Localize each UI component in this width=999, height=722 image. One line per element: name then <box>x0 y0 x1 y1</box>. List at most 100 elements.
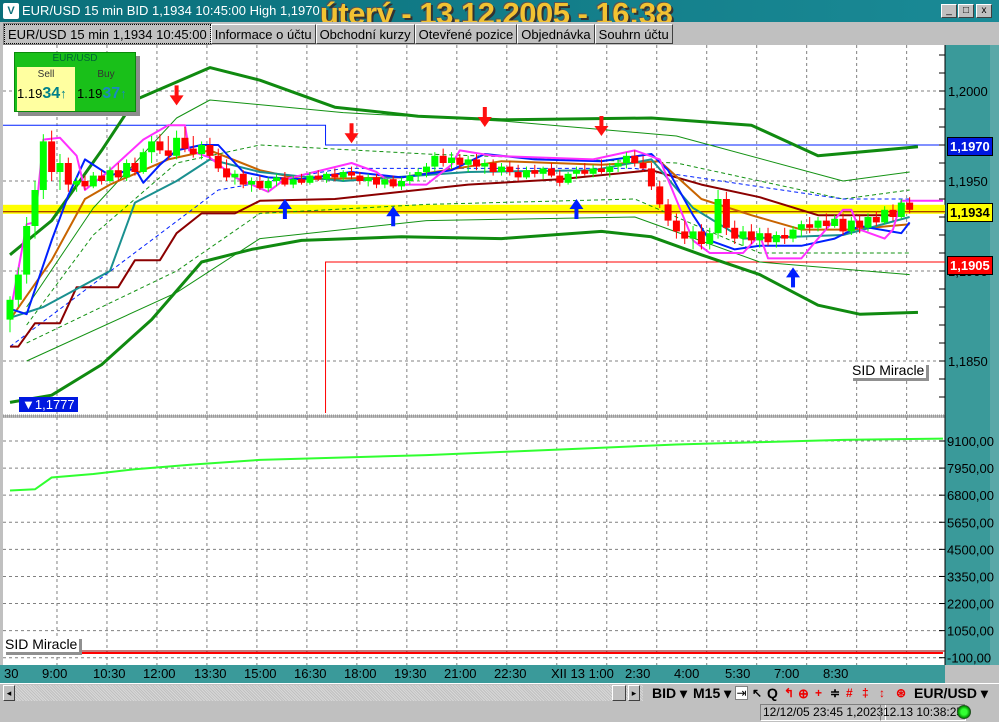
osc-axis-label: 6800,00 <box>947 488 994 503</box>
time-axis-label: 19:30 <box>394 666 427 681</box>
candle-bullish <box>89 175 97 187</box>
time-axis-label: 15:00 <box>244 666 277 681</box>
channel-icon[interactable]: ⊛ <box>896 685 906 702</box>
osc-axis-label: 7950,00 <box>947 461 994 476</box>
candle-bullish <box>231 173 239 178</box>
candle-bullish <box>789 229 797 239</box>
sell-button[interactable]: Sell 1.1934↑ <box>17 67 75 111</box>
cursor-icon[interactable]: ↖ <box>752 685 762 702</box>
connection-status-icon <box>957 705 971 719</box>
fibonacci-icon[interactable]: ↕ <box>879 685 885 702</box>
min-price-marker: ▼1,1777 <box>19 397 78 412</box>
candle-bearish <box>872 217 880 223</box>
candle-bearish <box>356 175 364 181</box>
horizontal-scrollbar[interactable] <box>3 685 643 701</box>
candle-bullish <box>689 231 697 239</box>
symbol-dropdown[interactable]: EUR/USD ▾ <box>914 685 988 702</box>
candle-bullish <box>431 155 439 167</box>
candle-bearish <box>189 148 197 154</box>
maximize-button[interactable]: □ <box>958 4 974 18</box>
autoscroll-icon[interactable]: ⇥ <box>735 686 748 700</box>
candle-bearish <box>239 173 247 185</box>
grid-icon[interactable]: # <box>846 685 853 702</box>
candle-bullish <box>831 218 839 226</box>
candle-bearish <box>597 168 605 172</box>
price-tag-high: 1,1970 <box>947 137 993 156</box>
candle-bullish <box>289 179 297 185</box>
timeframe-dropdown[interactable]: M15 ▾ <box>693 685 731 702</box>
time-axis-label: 2:30 <box>625 666 651 681</box>
candle-bullish <box>589 168 597 174</box>
candle-bearish <box>747 231 755 241</box>
candle-bearish <box>373 177 381 185</box>
candle-bullish <box>398 181 406 187</box>
candle-bullish <box>6 299 14 320</box>
candle-bearish <box>722 199 730 228</box>
tab-account-summary[interactable]: Souhrn účtu <box>594 24 673 44</box>
candle-bearish <box>672 220 680 232</box>
up-arrow-icon: ↑ <box>120 86 127 101</box>
candle-bearish <box>256 181 264 189</box>
tab-order[interactable]: Objednávka <box>517 24 595 44</box>
candle-bearish <box>856 220 864 228</box>
candle-bearish <box>781 235 789 239</box>
candle-bearish <box>806 224 814 228</box>
scroll-thumb[interactable] <box>612 685 626 701</box>
candle-bullish <box>772 235 780 243</box>
candle-bearish <box>164 150 172 156</box>
indicator-label-main: SID Miracle <box>850 362 927 378</box>
vertical-line-icon[interactable]: ‡ <box>862 685 869 702</box>
time-axis: 30 9:00 10:30 12:00 13:30 15:00 16:30 18:00 19:3… <box>0 665 945 683</box>
quote-symbol: EUR/USD <box>52 53 98 64</box>
candle-bearish <box>439 155 447 163</box>
scroll-left-button[interactable]: ◂ <box>3 685 15 701</box>
candle-bearish <box>48 141 56 172</box>
horizontal-line-icon[interactable]: ≑ <box>830 685 840 702</box>
osc-axis-label: 4500,00 <box>947 542 994 557</box>
candle-bearish <box>298 179 306 183</box>
candle-bearish <box>681 231 689 239</box>
time-axis-label: 4:00 <box>674 666 700 681</box>
time-axis-label: 12:00 <box>143 666 176 681</box>
candle-bullish <box>414 172 422 176</box>
candle-bearish <box>472 159 480 167</box>
time-axis-label: 16:30 <box>294 666 327 681</box>
zoom-in-icon[interactable]: ⊕ <box>798 685 809 702</box>
close-button[interactable]: x <box>976 4 992 18</box>
oscillator-plot-area <box>3 418 945 665</box>
candle-bullish <box>306 175 314 183</box>
candle-bullish <box>739 231 747 239</box>
candle-bullish <box>381 179 389 185</box>
price-chart[interactable]: 1,20001,19501,19001,18509100,007950,0068… <box>0 45 999 665</box>
candle-bearish <box>764 233 772 243</box>
minimize-button[interactable]: _ <box>941 4 957 18</box>
osc-axis-label: 9100,00 <box>947 434 994 449</box>
price-type-dropdown[interactable]: BID ▾ <box>652 685 687 702</box>
crosshair-icon[interactable]: + <box>815 685 822 702</box>
time-axis-label: XII 13 1:00 <box>551 666 614 681</box>
zoom-q-button[interactable]: Q <box>767 685 778 702</box>
candle-bearish <box>98 175 106 181</box>
window-title: EUR/USD 15 min BID 1,1934 10:45:00 High … <box>22 3 320 18</box>
candle-bullish <box>497 166 505 172</box>
candle-bullish <box>39 141 47 190</box>
tab-trade-rates[interactable]: Obchodní kurzy <box>315 24 415 44</box>
tab-account-info[interactable]: Informace o účtu <box>210 24 316 44</box>
candle-bullish <box>14 274 22 300</box>
trendline-icon[interactable]: ↰ <box>784 685 794 702</box>
buy-button[interactable]: Buy 1.1937↑ <box>77 67 135 111</box>
candle-bearish <box>506 166 514 172</box>
candle-bearish <box>214 155 222 169</box>
candle-bullish <box>139 152 147 172</box>
candle-bearish <box>81 181 89 187</box>
candle-bearish <box>647 168 655 187</box>
tab-chart[interactable]: EUR/USD 15 min 1,1934 10:45:00 <box>3 23 212 45</box>
candle-bullish <box>423 166 430 172</box>
osc-axis-label: 1050,00 <box>947 624 994 639</box>
scroll-right-button[interactable]: ▸ <box>628 685 640 701</box>
tab-open-positions[interactable]: Otevřené pozice <box>414 24 518 44</box>
candle-bullish <box>714 199 722 234</box>
status-last-bar: 12/12/05 23:45 1,2023 <box>760 704 887 721</box>
status-bar: 12/12/05 23:45 1,2023 12.13 10:38:25 <box>0 702 999 722</box>
time-axis-label: 22:30 <box>494 666 527 681</box>
